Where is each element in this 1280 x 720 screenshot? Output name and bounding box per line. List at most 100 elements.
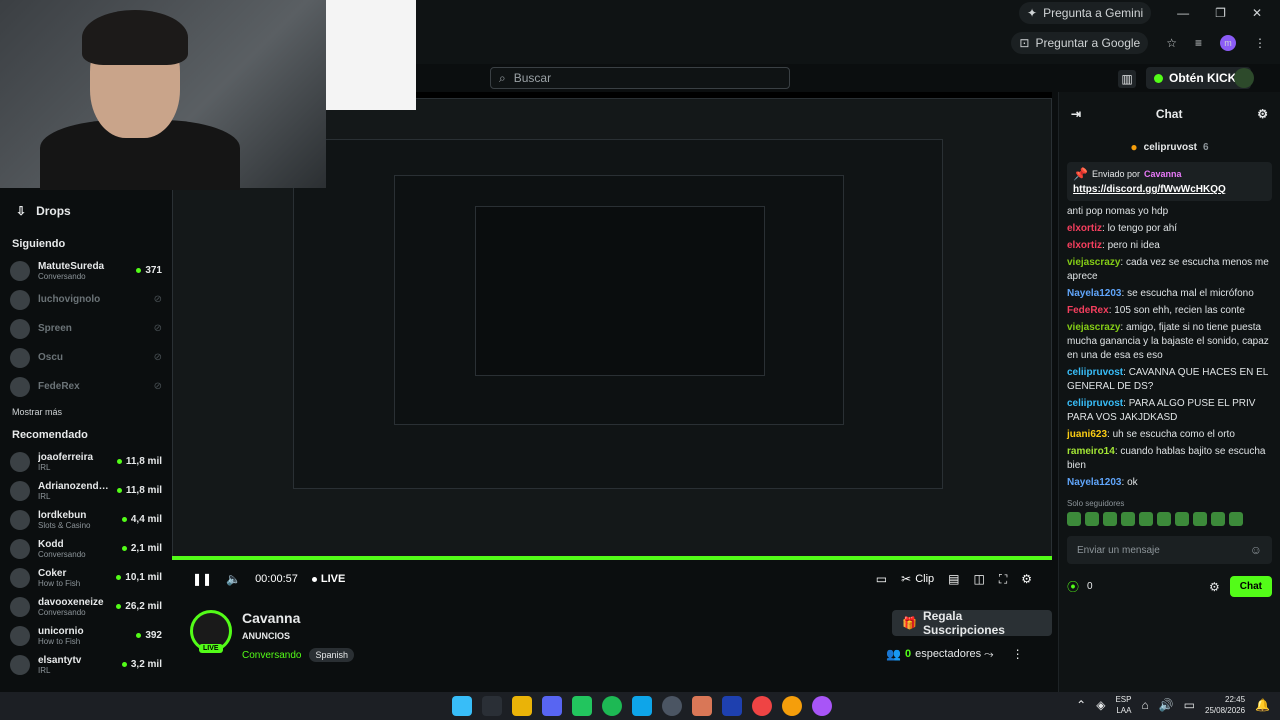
chat-username[interactable]: elxortiz	[1067, 240, 1102, 251]
send-chat-button[interactable]: Chat	[1229, 576, 1272, 597]
bookmark-star-icon[interactable]: ☆	[1166, 37, 1177, 49]
chat-username[interactable]: rameiro14	[1067, 446, 1115, 457]
sidebar-channel[interactable]: Spreen ⊘	[0, 314, 172, 343]
minimize-icon[interactable]: —	[1177, 7, 1189, 19]
sidebar-channel[interactable]: Oscu ⊘	[0, 343, 172, 372]
emote-6-icon[interactable]	[1157, 512, 1171, 526]
clock[interactable]: 22:45 25/08/2026	[1205, 694, 1245, 716]
chat-username[interactable]: FedeRex	[1067, 305, 1109, 316]
browser-actions: ⊡ Preguntar a Google ☆ ≡ m ⋮	[1011, 30, 1280, 56]
pinned-link[interactable]: https://discord.gg/fWwWcHKQQ	[1073, 184, 1266, 195]
windows-start-icon[interactable]	[452, 696, 472, 716]
vscode-icon[interactable]	[632, 696, 652, 716]
kicks-icon[interactable]: ⦿	[1067, 581, 1079, 593]
browser-menu-icon[interactable]: ⋮	[1254, 37, 1266, 49]
channel-avatar	[10, 654, 30, 675]
powershell-icon[interactable]	[722, 696, 742, 716]
chrome-canary-icon[interactable]	[782, 696, 802, 716]
emote-2-icon[interactable]	[1085, 512, 1099, 526]
chat-header: ⇥ Chat ⚙	[1059, 92, 1280, 136]
emote-3-icon[interactable]	[1103, 512, 1117, 526]
emote-8-icon[interactable]	[1193, 512, 1207, 526]
emote-7-icon[interactable]	[1175, 512, 1189, 526]
show-more-link[interactable]: Mostrar más	[0, 401, 172, 423]
sidebar-channel[interactable]: Adrianozendej... IRL 11,8 mil	[0, 476, 172, 505]
search-input[interactable]: ⌕ Buscar	[490, 67, 790, 89]
stream-category[interactable]: Conversando	[242, 650, 301, 661]
whatsapp-icon[interactable]	[572, 696, 592, 716]
more-options-icon[interactable]: ⋮	[1012, 648, 1024, 660]
chrome-alt-icon[interactable]	[812, 696, 832, 716]
sidebar-channel[interactable]: davooxeneize Conversando 26,2 mil	[0, 592, 172, 621]
volume-tray-icon[interactable]: 🔊	[1159, 699, 1174, 711]
drops-link[interactable]: ⇩ Drops	[0, 190, 172, 232]
fullscreen-icon[interactable]: ⛶	[999, 573, 1007, 585]
miniplayer-icon[interactable]: ◫	[973, 573, 984, 585]
tray-chevron-icon[interactable]: ⌃	[1076, 699, 1086, 711]
chat-username[interactable]: celiipruvost	[1067, 398, 1123, 409]
sidebar-channel[interactable]: MatuteSureda Conversando 371	[0, 256, 172, 285]
theater-mode-icon[interactable]: ▭	[876, 573, 887, 585]
emote-4-icon[interactable]	[1121, 512, 1135, 526]
chat-gear-icon[interactable]: ⚙	[1209, 581, 1220, 593]
sidebar-channel[interactable]: unicornio How to Fish 392	[0, 621, 172, 650]
chatgpt-icon[interactable]	[662, 696, 682, 716]
sidebar-channel[interactable]: Coker How to Fish 10,1 mil	[0, 563, 172, 592]
user-avatar[interactable]	[1234, 68, 1254, 88]
taskbar-search-icon[interactable]	[482, 696, 502, 716]
gift-subs-button[interactable]: 🎁 Regala Suscripciones	[892, 609, 1052, 637]
channel-name: Kodd	[38, 538, 64, 550]
emote-10-icon[interactable]	[1229, 512, 1243, 526]
emote-5-icon[interactable]	[1139, 512, 1153, 526]
close-icon[interactable]: ✕	[1252, 7, 1262, 19]
spotify-icon[interactable]	[602, 696, 622, 716]
streamer-name[interactable]: Cavanna	[242, 610, 300, 626]
restore-icon[interactable]: ❐	[1215, 7, 1226, 19]
chat-leaderboard[interactable]: ● celipruvost 6	[1059, 136, 1280, 158]
language-tag[interactable]: Spanish	[309, 648, 355, 662]
sidebar-channel[interactable]: joaoferreira IRL 11,8 mil	[0, 447, 172, 476]
sidebar-channel[interactable]: Kodd Conversando 2,1 mil	[0, 534, 172, 563]
chat-username[interactable]: Nayela1203	[1067, 477, 1122, 488]
chat-username[interactable]: viejascrazy	[1067, 257, 1120, 268]
volume-icon[interactable]: 🔈	[226, 573, 241, 585]
chat-username[interactable]: celiipruvost	[1067, 367, 1123, 378]
profile-avatar[interactable]: m	[1220, 35, 1236, 51]
progress-bar[interactable]	[172, 556, 1052, 560]
chat-username[interactable]: elxortiz	[1067, 223, 1102, 234]
tab-search-icon[interactable]: ≡	[1195, 37, 1202, 49]
pause-icon[interactable]: ❚❚	[192, 573, 212, 585]
sidebar-channel[interactable]: luchovignolo ⊘	[0, 285, 172, 314]
chat-settings-icon[interactable]: ⚙	[1257, 108, 1268, 120]
chat-username[interactable]: Nayela1203	[1067, 288, 1122, 299]
channel-text: Kodd Conversando	[38, 539, 114, 559]
settings-gear-icon[interactable]: ⚙	[1021, 573, 1032, 585]
chat-username[interactable]: juani623	[1067, 429, 1107, 440]
sidebar-channel[interactable]: FedeRex ⊘	[0, 372, 172, 401]
emoji-icon[interactable]: ☺	[1250, 544, 1262, 556]
google-lens-button[interactable]: ⊡ Preguntar a Google	[1011, 32, 1149, 54]
sidebar-channel[interactable]: elsantytv IRL 3,2 mil	[0, 650, 172, 679]
chrome-icon[interactable]	[752, 696, 772, 716]
tray-app-icon[interactable]: ◈	[1096, 699, 1105, 711]
chat-username[interactable]: viejascrazy	[1067, 322, 1120, 333]
file-explorer-icon[interactable]	[512, 696, 532, 716]
webcam-person-hair	[82, 10, 188, 65]
layout-toggle-icon[interactable]: ▥	[1118, 70, 1136, 88]
claude-icon[interactable]	[692, 696, 712, 716]
collapse-chat-icon[interactable]: ⇥	[1071, 108, 1081, 120]
sidebar-channel[interactable]: lordkebun Slots & Casino 4,4 mil	[0, 505, 172, 534]
chat-input[interactable]: Enviar un mensaje ☺	[1067, 536, 1272, 564]
language-indicator[interactable]: ESP LAA	[1115, 694, 1131, 716]
stream-screen-capture-nested-3	[475, 206, 765, 376]
clip-button[interactable]: ✂ Clip	[901, 573, 934, 585]
network-icon[interactable]: ⌂	[1141, 699, 1148, 711]
discord-icon[interactable]	[542, 696, 562, 716]
emote-1-icon[interactable]	[1067, 512, 1081, 526]
emote-9-icon[interactable]	[1211, 512, 1225, 526]
battery-icon[interactable]: ▭	[1184, 699, 1195, 711]
captions-icon[interactable]: ▤	[948, 573, 959, 585]
gemini-button[interactable]: ✦ Pregunta a Gemini	[1019, 2, 1152, 24]
share-icon[interactable]: ⤳	[984, 648, 994, 660]
notifications-icon[interactable]: 🔔	[1255, 699, 1270, 711]
